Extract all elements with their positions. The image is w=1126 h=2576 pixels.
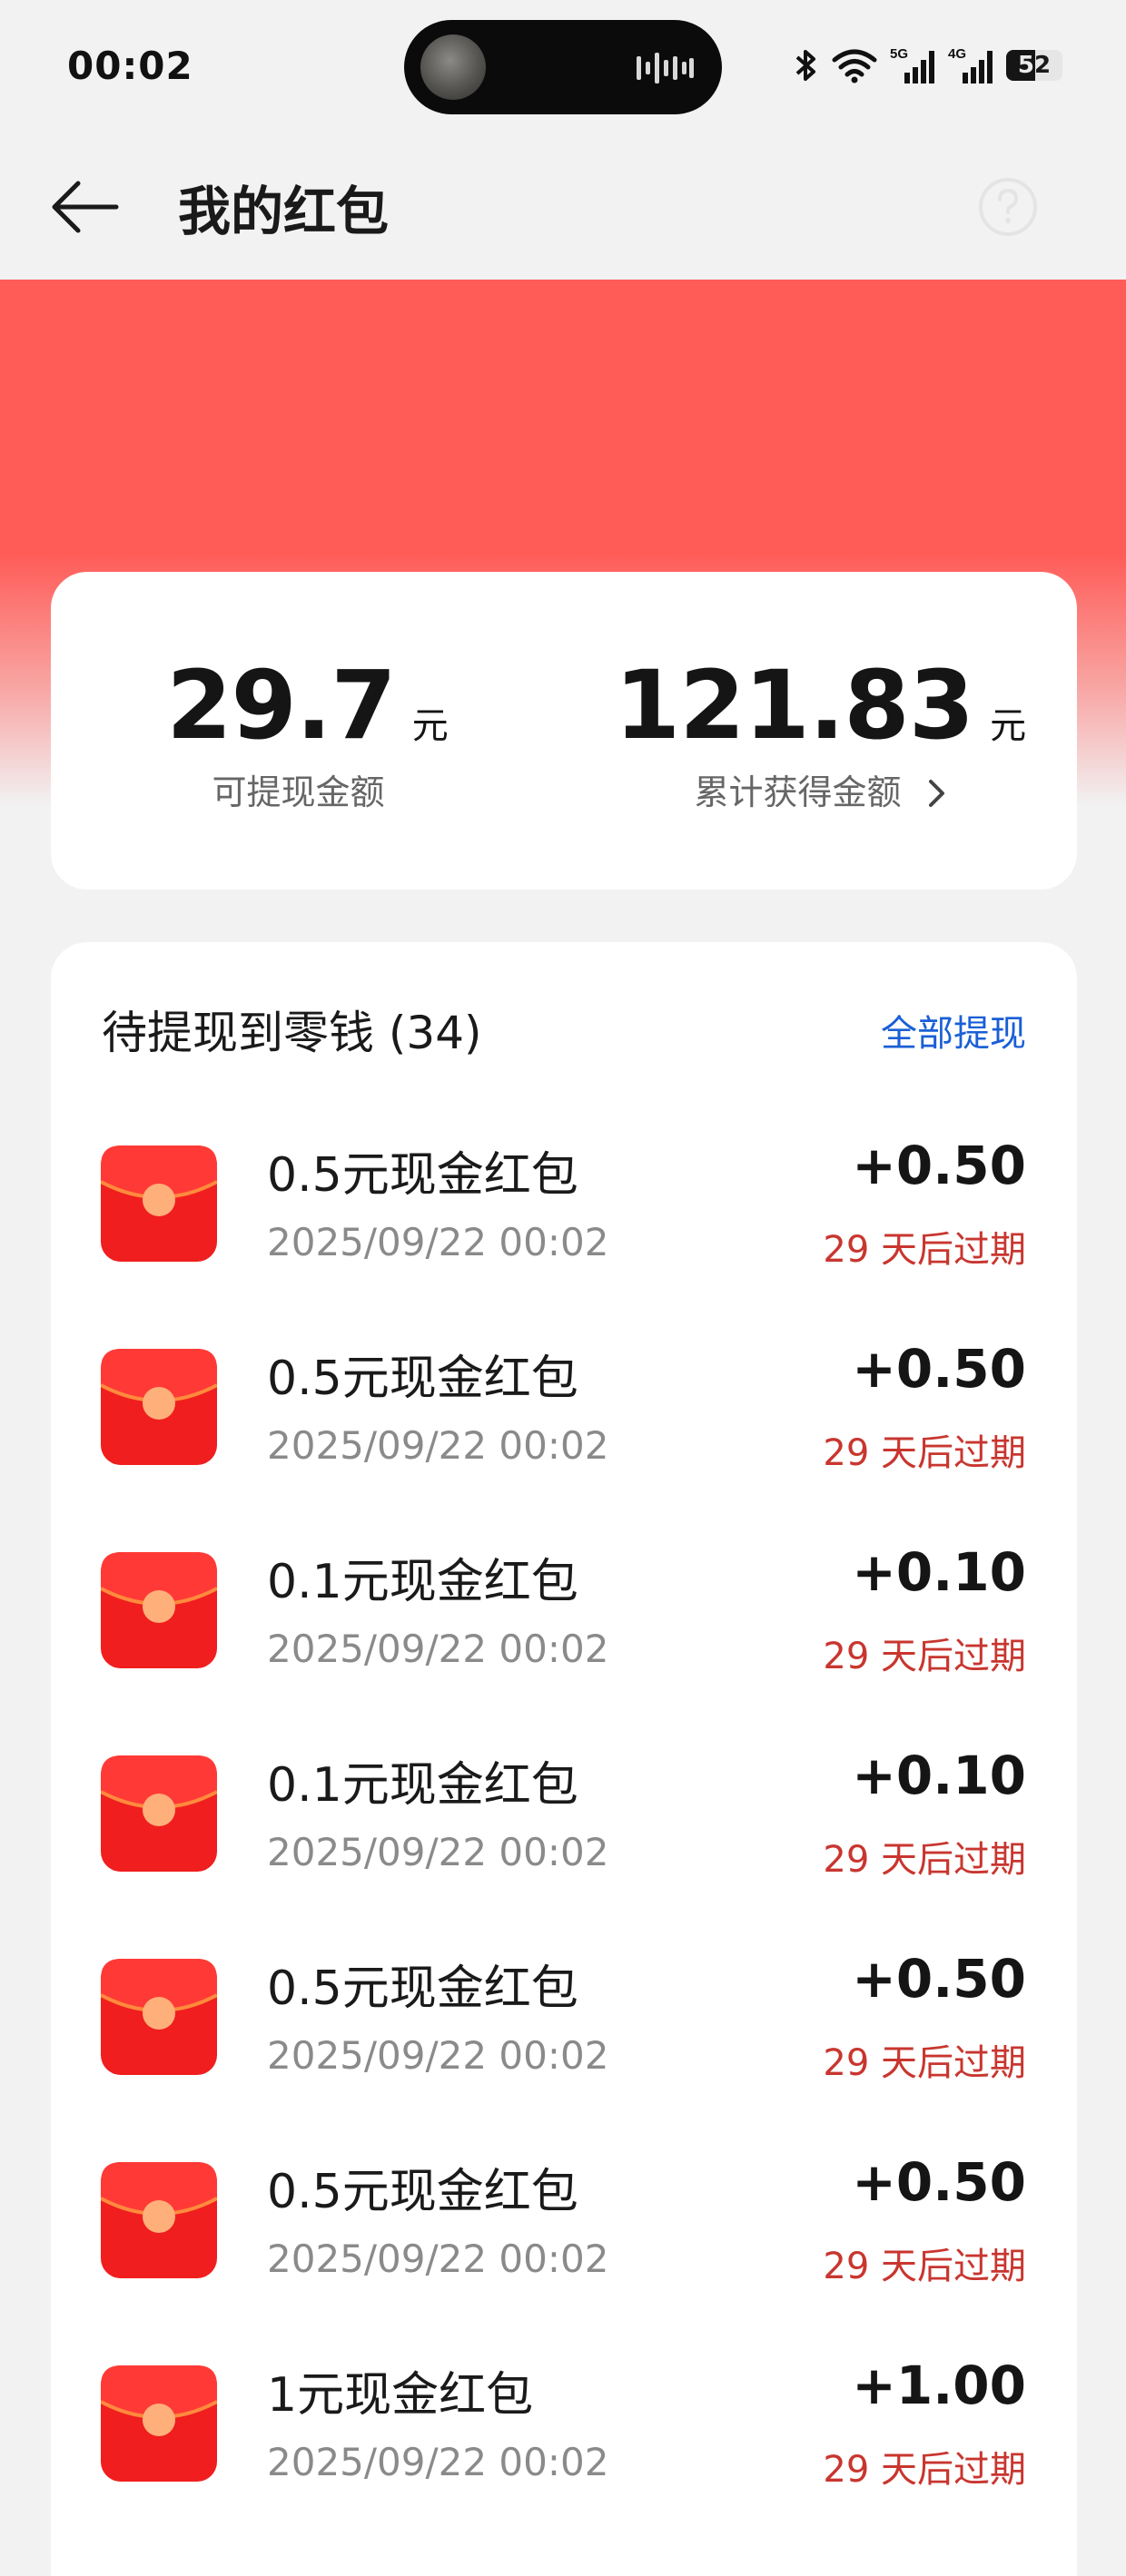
header: 我的红包 — [0, 136, 1126, 280]
list-item[interactable]: 0.1元现金红包 2025/09/22 00:02 +0.10 29 天后过期 — [51, 1745, 1077, 1959]
withdrawable-summary: 29.7 元 可提现金额 — [51, 572, 564, 890]
item-name: 0.5元现金红包 — [267, 2165, 578, 2219]
item-amount: +0.50 — [852, 1135, 1026, 1196]
item-date: 2025/09/22 00:02 — [267, 2440, 609, 2484]
list-item[interactable]: 0.5元现金红包 2025/09/22 00:02 +0.50 29 天后过期 — [51, 1135, 1077, 1349]
red-envelope-icon — [101, 1552, 217, 1668]
bluetooth-icon — [795, 50, 815, 81]
list-item[interactable]: 0.1元现金红包 2025/09/22 00:02 +0.10 29 天后过期 — [51, 1541, 1077, 1755]
pending-list-card: 待提现到零钱 (34) 全部提现 0.5元现金红包 2025/09/22 00:… — [51, 942, 1077, 2576]
item-expire: 29 天后过期 — [823, 2246, 1026, 2287]
signal-4g-icon: 4G — [948, 46, 993, 84]
red-envelope-icon — [101, 2365, 217, 2482]
item-amount: +0.50 — [852, 1948, 1026, 2010]
withdrawable-unit: 元 — [411, 705, 449, 747]
signal-4g-label: 4G — [948, 46, 966, 62]
arrow-left-icon — [52, 181, 119, 233]
item-expire: 29 天后过期 — [823, 1839, 1026, 1881]
envelope-list: 0.5元现金红包 2025/09/22 00:02 +0.50 29 天后过期 … — [51, 1135, 1077, 2569]
back-button[interactable] — [47, 171, 123, 243]
wifi-icon — [832, 49, 877, 84]
audio-wave-icon — [637, 53, 694, 84]
signal-5g-label: 5G — [890, 46, 908, 62]
total-unit: 元 — [990, 705, 1027, 747]
red-envelope-icon — [101, 1755, 217, 1872]
item-amount: +0.10 — [852, 1541, 1026, 1603]
page-title: 我的红包 — [178, 181, 390, 242]
question-circle-icon[interactable] — [977, 176, 1039, 238]
item-amount: +0.50 — [852, 2151, 1026, 2213]
item-expire: 29 天后过期 — [823, 1636, 1026, 1677]
item-name: 0.1元现金红包 — [267, 1758, 578, 1813]
total-amount: 121.83 — [614, 650, 974, 761]
dynamic-island[interactable] — [404, 20, 722, 114]
list-title: 待提现到零钱 (34) — [102, 1007, 482, 1059]
withdrawable-amount: 29.7 — [166, 650, 397, 761]
item-expire: 29 天后过期 — [823, 2042, 1026, 2084]
item-name: 0.5元现金红包 — [267, 1961, 578, 2016]
battery-icon: 52 — [1006, 50, 1062, 81]
item-name: 0.5元现金红包 — [267, 1352, 578, 1406]
item-name: 0.1元现金红包 — [267, 1555, 578, 1609]
red-envelope-icon — [101, 1145, 217, 1262]
battery-level: 52 — [1017, 52, 1052, 79]
item-date: 2025/09/22 00:02 — [267, 2033, 609, 2078]
item-date: 2025/09/22 00:02 — [267, 1627, 609, 1671]
total-label-row[interactable]: 累计获得金额 — [564, 764, 1077, 814]
withdraw-all-button[interactable]: 全部提现 — [881, 1004, 1026, 1057]
item-expire: 29 天后过期 — [823, 1432, 1026, 1474]
item-name: 1元现金红包 — [267, 2368, 534, 2423]
list-item[interactable]: 1元现金红包 2025/09/22 00:02 +1.00 29 天后过期 — [51, 2355, 1077, 2569]
status-bar: 00:02 5G 4G 52 — [0, 0, 1126, 136]
list-item[interactable]: 0.5元现金红包 2025/09/22 00:02 +0.50 29 天后过期 — [51, 1948, 1077, 2162]
item-amount: +1.00 — [852, 2355, 1026, 2416]
withdrawable-label: 可提现金额 — [212, 772, 385, 812]
red-envelope-icon — [101, 2162, 217, 2278]
item-name: 0.5元现金红包 — [267, 1148, 578, 1203]
list-item[interactable]: 0.5元现金红包 2025/09/22 00:02 +0.50 29 天后过期 — [51, 2151, 1077, 2365]
item-expire: 29 天后过期 — [823, 1229, 1026, 1271]
item-amount: +0.50 — [852, 1338, 1026, 1400]
red-envelope-icon — [101, 1959, 217, 2075]
summary-card: 29.7 元 可提现金额 121.83 元 累计获得金额 — [51, 572, 1077, 890]
island-avatar — [420, 34, 486, 100]
item-date: 2025/09/22 00:02 — [267, 1830, 609, 1874]
red-envelope-icon — [101, 1349, 217, 1465]
signal-5g-icon: 5G — [890, 46, 934, 84]
total-summary[interactable]: 121.83 元 累计获得金额 — [564, 572, 1077, 890]
chevron-right-icon — [928, 779, 944, 807]
list-item[interactable]: 0.5元现金红包 2025/09/22 00:02 +0.50 29 天后过期 — [51, 1338, 1077, 1552]
item-date: 2025/09/22 00:02 — [267, 1220, 609, 1264]
item-date: 2025/09/22 00:02 — [267, 2237, 609, 2281]
item-expire: 29 天后过期 — [823, 2449, 1026, 2491]
status-time: 00:02 — [67, 44, 193, 88]
status-icons: 5G 4G 52 — [794, 45, 1062, 85]
item-date: 2025/09/22 00:02 — [267, 1423, 609, 1468]
total-label: 累计获得金额 — [694, 772, 902, 812]
item-amount: +0.10 — [852, 1745, 1026, 1806]
